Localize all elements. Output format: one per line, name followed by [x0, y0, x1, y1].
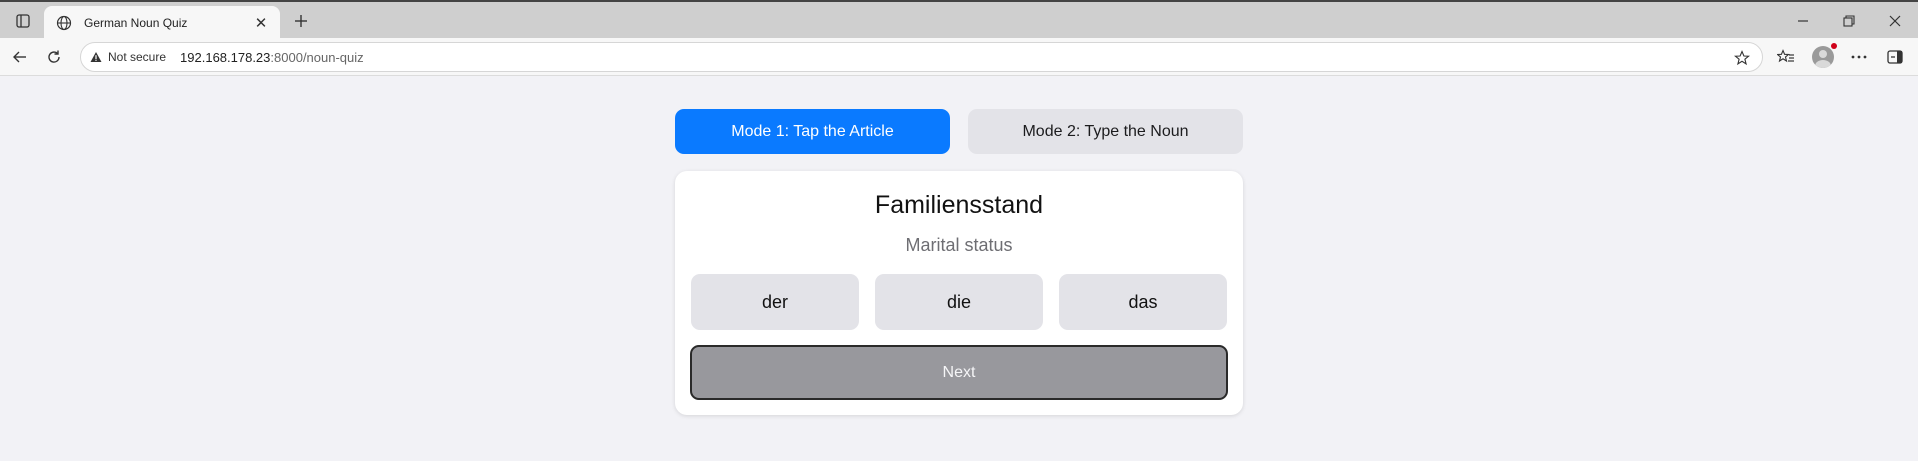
address-toolbar: Not secure 192.168.178.23:8000/noun-quiz: [0, 38, 1918, 76]
tab-actions-icon[interactable]: [8, 8, 38, 34]
restore-icon[interactable]: [1826, 2, 1872, 40]
back-icon[interactable]: [6, 44, 34, 70]
address-bar[interactable]: Not secure 192.168.178.23:8000/noun-quiz: [80, 42, 1763, 72]
mode-2-button[interactable]: Mode 2: Type the Noun: [968, 109, 1243, 154]
url-host: 192.168.178.23: [180, 49, 271, 65]
translation-text: Marital status: [905, 235, 1013, 255]
tab-title: German Noun Quiz: [84, 16, 188, 30]
more-menu-icon[interactable]: [1845, 44, 1873, 70]
url-text: 192.168.178.23:8000/noun-quiz: [180, 50, 364, 65]
new-tab-icon[interactable]: [288, 8, 314, 34]
warning-icon: [89, 50, 103, 64]
reload-icon[interactable]: [40, 44, 68, 70]
avatar: [1812, 46, 1834, 68]
favorites-icon[interactable]: [1772, 44, 1800, 70]
article-choices: der die das: [691, 274, 1227, 330]
article-der-button[interactable]: der: [691, 274, 859, 330]
profile-avatar[interactable]: [1809, 43, 1837, 70]
globe-icon: [54, 13, 74, 33]
url-path: :8000/noun-quiz: [270, 49, 364, 65]
next-button[interactable]: Next: [690, 345, 1228, 400]
favorite-star-icon[interactable]: [1732, 48, 1752, 68]
tab-strip: German Noun Quiz ✕: [0, 0, 1918, 40]
minimize-icon[interactable]: [1780, 2, 1826, 40]
sidebar-toggle-icon[interactable]: [1881, 44, 1909, 70]
notification-dot: [1831, 43, 1837, 49]
mode-1-button[interactable]: Mode 1: Tap the Article: [675, 109, 950, 154]
article-die-button[interactable]: die: [875, 274, 1043, 330]
mode-switcher: Mode 1: Tap the Article Mode 2: Type the…: [675, 109, 1243, 154]
browser-tab[interactable]: German Noun Quiz ✕: [44, 6, 280, 40]
security-warning[interactable]: Not secure: [89, 50, 166, 64]
close-window-icon[interactable]: [1872, 2, 1918, 40]
security-label: Not secure: [108, 50, 167, 64]
close-tab-icon[interactable]: ✕: [252, 14, 270, 32]
quiz-card: Familiensstand Marital status der die da…: [675, 171, 1243, 415]
article-das-button[interactable]: das: [1059, 274, 1227, 330]
noun-text: Familiensstand: [874, 191, 1044, 219]
